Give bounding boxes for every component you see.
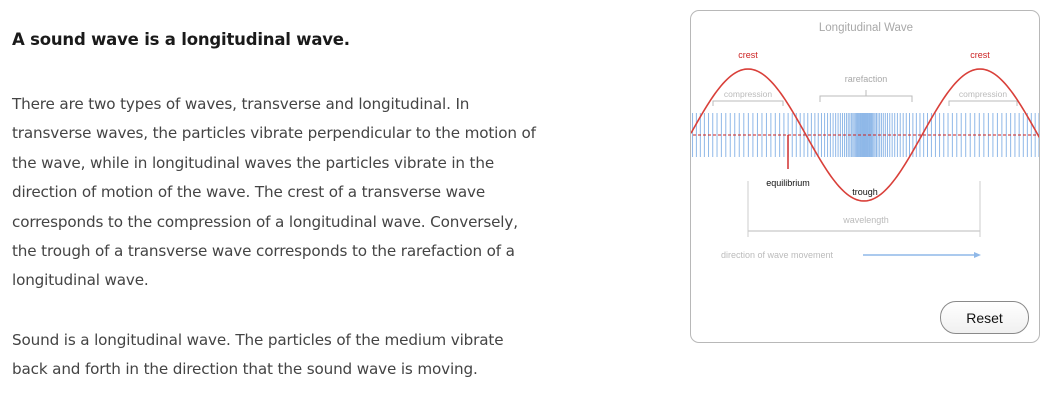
lesson-heading: A sound wave is a longitudinal wave. <box>12 30 350 49</box>
lesson-text: A sound wave is a longitudinal wave. The… <box>12 30 572 378</box>
label-wavelength: wavelength <box>842 215 889 225</box>
reset-button[interactable]: Reset <box>940 301 1029 334</box>
label-compression-right: compression <box>959 89 1007 99</box>
paragraph-wave-types: There are two types of waves, transverse… <box>12 95 536 290</box>
compression-bracket-right <box>948 100 1018 106</box>
longitudinal-wave-simulation: Longitudinal Wave crest crest rarefactio… <box>690 10 1040 343</box>
label-trough: trough <box>852 187 878 197</box>
wave-diagram: Longitudinal Wave crest crest rarefactio… <box>691 22 1039 260</box>
simulation-title: Longitudinal Wave <box>819 22 913 34</box>
rarefaction-bracket <box>819 90 913 102</box>
direction-arrowhead-icon <box>974 252 981 258</box>
label-compression-left: compression <box>724 89 772 99</box>
label-rarefaction: rarefaction <box>845 74 888 84</box>
label-crest-right: crest <box>970 50 990 60</box>
label-crest-left: crest <box>738 50 758 60</box>
paragraph-sound: Sound is a longitudinal wave. The partic… <box>12 331 504 379</box>
label-equilibrium: equilibrium <box>766 178 810 188</box>
compression-bracket-left <box>712 100 784 106</box>
label-direction: direction of wave movement <box>721 250 834 260</box>
